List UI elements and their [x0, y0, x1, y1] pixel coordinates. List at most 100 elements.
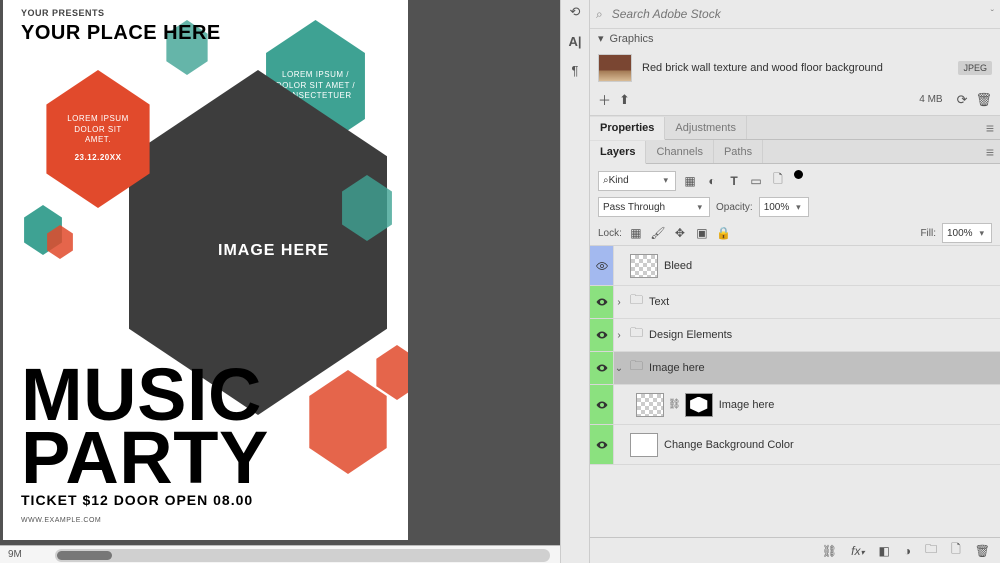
- music-party-title: MUSIC PARTY: [21, 364, 269, 490]
- layer-row-image-here[interactable]: ⛓ Image here: [590, 385, 1000, 425]
- layer-thumbnail[interactable]: [630, 433, 658, 457]
- title-line2: PARTY: [21, 416, 269, 499]
- layer-thumbnail[interactable]: [630, 254, 658, 278]
- filter-toggle-icon[interactable]: [794, 170, 803, 179]
- tab-properties[interactable]: Properties: [590, 117, 665, 140]
- filter-pixel-icon[interactable]: ▦: [682, 174, 698, 188]
- example-url: WWW.EXAMPLE.COM: [21, 517, 101, 524]
- layer-visibility-toggle[interactable]: [590, 352, 614, 384]
- layer-name[interactable]: Text: [649, 296, 669, 308]
- graphics-item-title: Red brick wall texture and wood floor ba…: [642, 62, 948, 74]
- presents-label: YOUR PRESENTS: [21, 8, 105, 18]
- folder-icon: 🗀: [630, 291, 643, 313]
- red-hex-date: 23.12.20XX: [75, 153, 122, 163]
- cloud-sync-icon[interactable]: ⟳: [957, 92, 968, 108]
- graphics-heading: Graphics: [610, 33, 654, 45]
- layer-visibility-toggle[interactable]: [590, 246, 614, 285]
- image-here-label: IMAGE HERE: [218, 242, 329, 260]
- new-layer-icon[interactable]: 🗋: [951, 540, 961, 561]
- history-icon[interactable]: ⟲: [564, 4, 586, 20]
- red-hex-line2: DOLOR SIT: [74, 125, 122, 135]
- delete-layer-icon[interactable]: 🗑: [975, 544, 990, 558]
- filter-shape-icon[interactable]: ▭: [748, 174, 764, 188]
- graphics-item-thumbnail: [598, 54, 632, 82]
- layer-name[interactable]: Change Background Color: [664, 439, 794, 451]
- layer-row-design-elements[interactable]: › 🗀 Design Elements: [590, 319, 1000, 352]
- properties-tab-bar: Properties Adjustments ≡: [590, 116, 1000, 140]
- filesize-readout: 4 MB: [919, 94, 942, 105]
- link-layers-icon[interactable]: ⛓: [822, 544, 837, 558]
- layer-name[interactable]: Bleed: [664, 260, 692, 272]
- link-mask-icon[interactable]: ⛓: [668, 399, 681, 410]
- layer-name[interactable]: Image here: [649, 362, 705, 374]
- expand-arrow-icon[interactable]: ›: [614, 297, 624, 308]
- graphics-item-format-badge: JPEG: [958, 61, 992, 75]
- filter-adjustment-icon[interactable]: ◐: [704, 174, 720, 188]
- horizontal-scrollbar[interactable]: [55, 549, 550, 562]
- canvas-area[interactable]: LOREM IPSUM / DOLOR SIT AMET / CONSECTET…: [0, 0, 560, 563]
- tab-layers[interactable]: Layers: [590, 141, 646, 164]
- panel-menu-icon[interactable]: ≡: [980, 144, 1000, 160]
- layer-list[interactable]: Bleed › 🗀 Text › 🗀 Design Elements: [590, 246, 1000, 537]
- expand-arrow-icon[interactable]: ›: [614, 330, 624, 341]
- layer-visibility-toggle[interactable]: [590, 385, 614, 424]
- tab-adjustments[interactable]: Adjustments: [665, 116, 747, 139]
- graphics-section-header[interactable]: ▾ Graphics: [590, 28, 1000, 48]
- libraries-footer: ＋ ⬆ 4 MB ⟳ 🗑: [590, 86, 1000, 116]
- lock-artboard-icon[interactable]: ▣: [694, 226, 710, 240]
- fill-input[interactable]: 100%▾: [942, 223, 992, 243]
- layers-control-area: ⌕Kind▾ ▦ ◐ T ▭ 🗋 Pass Through▾ Opacity: …: [590, 164, 1000, 246]
- disclosure-triangle-icon[interactable]: ▾: [598, 32, 604, 45]
- layer-name[interactable]: Design Elements: [649, 329, 732, 341]
- document-canvas[interactable]: LOREM IPSUM / DOLOR SIT AMET / CONSECTET…: [3, 0, 408, 540]
- folder-icon: 🗀: [630, 324, 643, 346]
- layer-visibility-toggle[interactable]: [590, 425, 614, 464]
- new-adjustment-icon[interactable]: ◑: [904, 544, 911, 558]
- graphics-item-row[interactable]: Red brick wall texture and wood floor ba…: [590, 48, 1000, 86]
- folder-icon: 🗀: [630, 357, 643, 379]
- layer-visibility-toggle[interactable]: [590, 286, 614, 318]
- red-hex-line3: AMET.: [85, 135, 111, 145]
- right-panels: ⌕ ˇ ▾ Graphics Red brick wall texture an…: [590, 0, 1000, 563]
- opacity-input[interactable]: 100%▾: [759, 197, 809, 217]
- layer-thumbnail[interactable]: [636, 393, 664, 417]
- layer-mask-thumbnail[interactable]: [685, 393, 713, 417]
- add-mask-icon[interactable]: ◧: [879, 544, 890, 558]
- layer-filter-kind[interactable]: ⌕Kind▾: [598, 171, 676, 191]
- add-icon[interactable]: ＋: [598, 90, 611, 109]
- lock-position-icon[interactable]: ✥: [672, 226, 688, 240]
- filter-type-icon[interactable]: T: [726, 174, 742, 188]
- layers-panel-footer: ⛓ fx▾ ◧ ◑ 🗀 🗋 🗑: [590, 537, 1000, 563]
- layer-name[interactable]: Image here: [719, 399, 775, 411]
- trash-icon[interactable]: 🗑: [975, 92, 992, 108]
- zoom-readout[interactable]: 9M: [8, 549, 22, 560]
- paragraph-panel-icon[interactable]: ¶: [564, 63, 586, 78]
- layer-visibility-toggle[interactable]: [590, 319, 614, 351]
- filter-smartobj-icon[interactable]: 🗋: [770, 170, 786, 191]
- layer-row-bleed[interactable]: Bleed: [590, 246, 1000, 286]
- tab-paths[interactable]: Paths: [714, 140, 763, 163]
- place-here-label: YOUR PLACE HERE: [21, 22, 221, 45]
- teal-hex-line1: LOREM IPSUM /: [282, 70, 349, 80]
- layer-style-icon[interactable]: fx▾: [851, 544, 864, 558]
- layer-row-background-color[interactable]: Change Background Color: [590, 425, 1000, 465]
- opacity-label: Opacity:: [716, 202, 753, 213]
- teal-hex-line2: DOLOR SIT AMET /: [276, 81, 355, 91]
- layer-row-text[interactable]: › 🗀 Text: [590, 286, 1000, 319]
- lock-all-icon[interactable]: 🔒: [716, 226, 732, 240]
- lock-image-icon[interactable]: 🖌: [650, 226, 666, 240]
- panel-menu-icon[interactable]: ≡: [980, 120, 1000, 136]
- blend-mode-select[interactable]: Pass Through▾: [598, 197, 710, 217]
- character-panel-icon[interactable]: A|: [564, 34, 586, 49]
- collapse-arrow-icon[interactable]: ⌄: [614, 363, 624, 374]
- red-hex-line1: LOREM IPSUM: [67, 114, 129, 124]
- stock-search-row: ⌕ ˇ: [590, 0, 1000, 28]
- stock-search-input[interactable]: [609, 4, 985, 24]
- layer-row-image-group[interactable]: ⌄ 🗀 Image here: [590, 352, 1000, 385]
- fill-label: Fill:: [920, 228, 936, 239]
- tab-channels[interactable]: Channels: [646, 140, 713, 163]
- chevron-down-icon[interactable]: ˇ: [991, 9, 994, 20]
- new-group-icon[interactable]: 🗀: [925, 540, 937, 561]
- lock-transparency-icon[interactable]: ▦: [628, 226, 644, 240]
- upload-icon[interactable]: ⬆: [619, 92, 630, 108]
